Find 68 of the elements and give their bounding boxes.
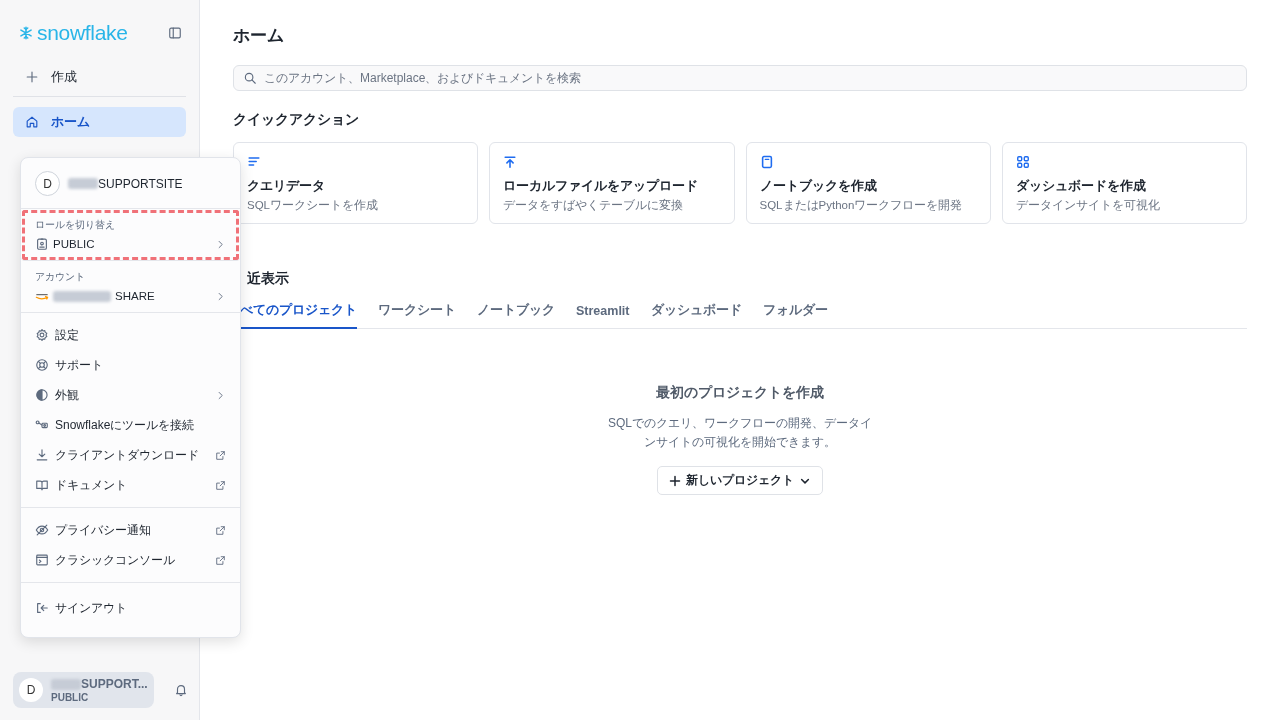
- create-button[interactable]: 作成: [13, 62, 186, 97]
- tab[interactable]: Streamlit: [576, 302, 630, 329]
- menu-item[interactable]: Snowflakeにツールを接続: [21, 410, 240, 440]
- menu-item[interactable]: 設定: [21, 320, 240, 350]
- tab[interactable]: ダッシュボード: [650, 302, 742, 329]
- upload-icon: [503, 155, 518, 169]
- lines-icon: [247, 155, 261, 169]
- tab[interactable]: ノートブック: [477, 302, 555, 329]
- grid-icon: [1015, 155, 1030, 169]
- external-link-icon: [215, 554, 226, 566]
- menu-item[interactable]: プライバシー通知: [21, 515, 240, 545]
- tab[interactable]: ワークシート: [378, 302, 456, 329]
- external-link-icon: [215, 524, 226, 536]
- card-subtitle: データをすばやくテーブルに変換: [503, 198, 685, 213]
- new-project-button[interactable]: 新しいプロジェクト: [657, 466, 823, 495]
- menu-item[interactable]: 外観: [21, 380, 240, 410]
- download-icon: [35, 448, 49, 462]
- page-title: ホーム: [233, 25, 285, 47]
- card-subtitle: データインサイトを可視化: [1015, 198, 1161, 213]
- sidebar-item[interactable]: ホーム: [13, 107, 186, 137]
- card-title: クエリデータ: [247, 178, 326, 195]
- user-name: SUPPORTSITE: [68, 176, 183, 191]
- bell-icon: [174, 683, 188, 697]
- tab[interactable]: フォルダー: [762, 302, 828, 329]
- sign-out-icon: [35, 601, 49, 615]
- chevron-right-icon: [215, 389, 226, 401]
- empty-state-title: 最初のプロジェクトを作成: [656, 384, 824, 402]
- external-link-icon: [215, 449, 226, 461]
- section-label: アカウント: [35, 270, 86, 284]
- terminal-icon: [35, 553, 49, 567]
- chevron-right-icon: [215, 238, 226, 250]
- logo-text: snowflake: [37, 21, 128, 45]
- section-title: クイックアクション: [233, 111, 360, 129]
- search-field[interactable]: このアカウント、Marketplace、およびドキュメントを検索: [233, 65, 1247, 91]
- menu-item[interactable]: ドキュメント: [21, 470, 240, 500]
- lifebuoy-icon: [35, 358, 49, 372]
- menu-item[interactable]: クラシックコンソール: [21, 545, 240, 575]
- menu-item[interactable]: クライアントダウンロード: [21, 440, 240, 470]
- home-icon: [25, 115, 39, 129]
- book-icon: [35, 478, 49, 492]
- menu-item[interactable]: サインアウト: [21, 593, 240, 623]
- action-card[interactable]: ダッシュボードを作成 データインサイトを可視化: [1001, 142, 1247, 224]
- card-subtitle: SQLまたはPythonワークフローを開発: [759, 198, 964, 213]
- card-title: ダッシュボードを作成: [1015, 178, 1147, 195]
- notebook-icon: [759, 155, 774, 169]
- card-title: ローカルファイルをアップロード: [503, 178, 700, 195]
- external-link-icon: [215, 479, 226, 491]
- plus-icon: [25, 70, 39, 84]
- avatar: D: [35, 171, 60, 196]
- user-button[interactable]: D SUPPORT... PUBLIC: [13, 672, 154, 708]
- gear-icon: [35, 328, 49, 342]
- card-title: ノートブックを作成: [759, 178, 878, 195]
- account-item[interactable]: SHARE: [35, 289, 226, 303]
- sidebar-toggle-icon: [168, 26, 182, 40]
- contrast-icon: [35, 388, 49, 402]
- eye-slash-icon: [35, 523, 49, 537]
- snowflake-logo-icon: [19, 26, 33, 40]
- menu-item[interactable]: サポート: [21, 350, 240, 380]
- role-item[interactable]: PUBLIC: [35, 237, 226, 251]
- badge-icon: [35, 237, 49, 251]
- action-card[interactable]: ノートブックを作成 SQLまたはPythonワークフローを開発: [745, 142, 991, 224]
- action-card[interactable]: ローカルファイルをアップロード データをすばやくテーブルに変換: [489, 142, 735, 224]
- card-subtitle: SQLワークシートを作成: [247, 198, 379, 213]
- empty-state-text: SQLでのクエリ、ワークフローの開発、データインサイトの可視化を開始できます。: [607, 415, 873, 451]
- section-label: ロールを切り替え: [35, 218, 116, 232]
- section-title: 近表示: [247, 270, 290, 288]
- chevron-right-icon: [215, 290, 226, 302]
- plus-icon: [669, 474, 681, 487]
